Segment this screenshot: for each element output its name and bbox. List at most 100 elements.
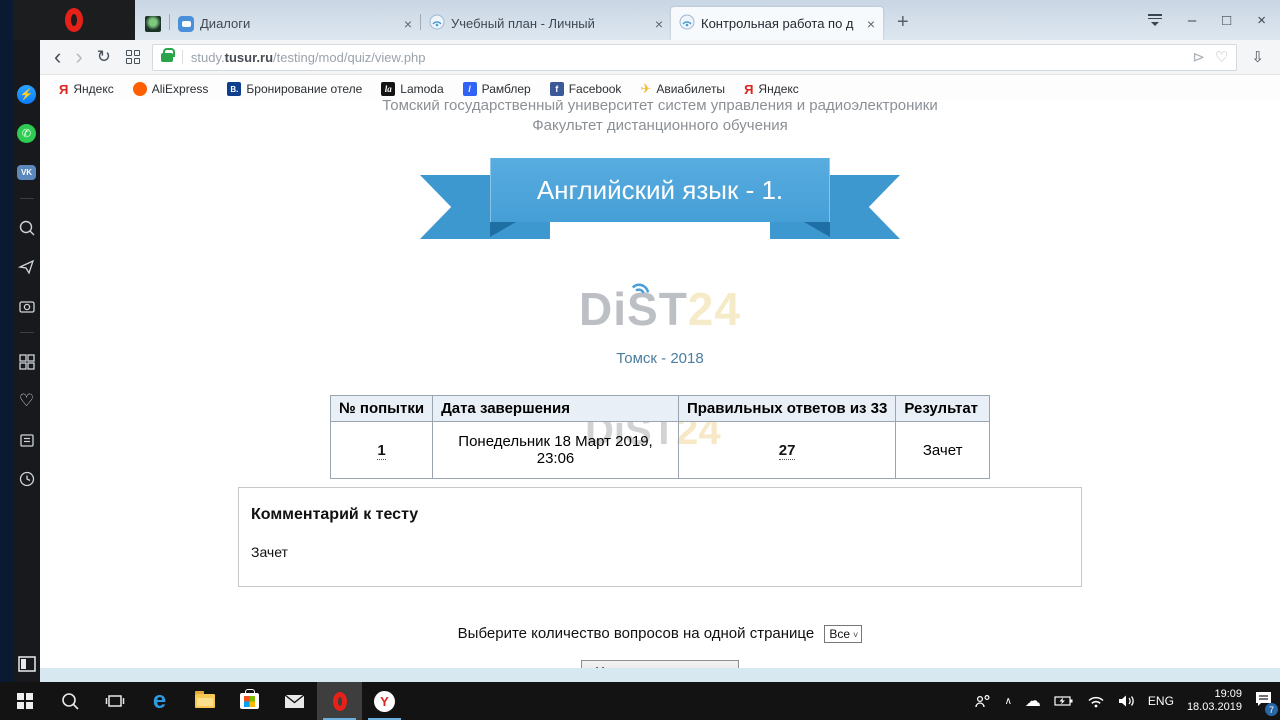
close-window-button[interactable]: × xyxy=(1257,13,1266,28)
yandex-browser-button[interactable]: Y xyxy=(362,682,407,720)
search-icon[interactable] xyxy=(17,218,37,238)
share-send-icon[interactable]: ⊳ xyxy=(1192,48,1205,66)
taskbar-date: 18.03.2019 xyxy=(1187,701,1242,713)
speed-dial-button[interactable] xyxy=(126,50,140,64)
bookmark-aliexpress[interactable]: AliExpress xyxy=(133,82,209,96)
bookmark-rambler[interactable]: / Рамблер xyxy=(463,82,531,96)
attempt-link[interactable]: 1 xyxy=(377,442,385,460)
bookmark-lamoda[interactable]: la Lamoda xyxy=(381,82,443,96)
bookmarks-heart-icon[interactable]: ♡ xyxy=(17,391,37,411)
opera-taskbar-button[interactable] xyxy=(317,682,362,720)
snapshot-camera-icon[interactable] xyxy=(17,296,37,316)
correct-answers-link[interactable]: 27 xyxy=(779,442,796,460)
site-favicon-icon xyxy=(679,14,695,33)
mail-icon xyxy=(284,694,305,709)
personal-news-icon[interactable] xyxy=(17,430,37,450)
tab-close-icon[interactable]: × xyxy=(404,16,412,32)
attempts-table: № попытки Дата завершения Правильных отв… xyxy=(330,395,990,479)
vk-icon[interactable]: VK xyxy=(17,162,37,182)
questions-per-page-row: Выберите количество вопросов на одной ст… xyxy=(40,625,1280,643)
language-indicator[interactable]: ENG xyxy=(1148,694,1174,708)
sidebar-divider xyxy=(20,332,34,333)
university-name: Томский государственный университет сист… xyxy=(40,100,1280,114)
forward-button[interactable]: › xyxy=(75,46,82,68)
pinned-tab[interactable] xyxy=(145,16,161,32)
messenger-icon[interactable]: ⚡ xyxy=(17,84,37,104)
window-controls: – □ × xyxy=(1148,0,1280,40)
header-date: Дата завершения xyxy=(433,396,679,422)
windows-logo-icon xyxy=(17,693,33,709)
store-icon xyxy=(240,693,259,709)
edge-button[interactable]: e xyxy=(137,682,182,720)
tab-quiz-active[interactable]: Контрольная работа по д × xyxy=(671,7,883,40)
header-result: Результат xyxy=(896,396,990,422)
taskbar-time: 19:09 xyxy=(1214,688,1242,700)
battery-icon[interactable] xyxy=(1054,695,1074,707)
search-icon xyxy=(60,691,80,711)
opera-logo-icon xyxy=(65,8,83,32)
back-button[interactable]: ‹ xyxy=(54,46,61,68)
maximize-button[interactable]: □ xyxy=(1222,13,1231,28)
tab-close-icon[interactable]: × xyxy=(867,16,875,32)
my-flow-icon[interactable] xyxy=(17,257,37,277)
wifi-icon[interactable] xyxy=(1087,694,1105,708)
aliexpress-favicon-icon xyxy=(133,82,147,96)
table-header-row: № попытки Дата завершения Правильных отв… xyxy=(331,396,990,422)
reload-button[interactable]: ↻ xyxy=(97,47,111,67)
sidebar-settings-icon[interactable] xyxy=(17,654,37,674)
address-bar[interactable]: study.tusur.ru/testing/mod/quiz/view.php… xyxy=(152,44,1238,71)
faculty-name: Факультет дистанционного обучения xyxy=(40,117,1280,134)
opera-menu-button[interactable] xyxy=(13,0,135,40)
city-year: Томск - 2018 xyxy=(40,350,1280,367)
bookmark-booking[interactable]: B. Бронирование отеле xyxy=(227,82,362,96)
mail-button[interactable] xyxy=(272,682,317,720)
task-view-icon xyxy=(105,691,125,711)
system-tray: ∧ ☁ ENG 19:09 18.03.2019 7 xyxy=(974,688,1280,714)
whatsapp-icon[interactable]: ✆ xyxy=(17,123,37,143)
taskbar-clock[interactable]: 19:09 18.03.2019 xyxy=(1187,688,1242,714)
speed-dial-icon[interactable] xyxy=(17,352,37,372)
edge-icon: e xyxy=(153,689,166,713)
action-center-button[interactable]: 7 xyxy=(1255,691,1272,711)
start-test-button[interactable]: Начать тестирование xyxy=(581,660,738,668)
downloads-icon[interactable]: ⇩ xyxy=(1251,48,1264,66)
chevron-down-icon: ˅ xyxy=(853,630,858,640)
airplane-favicon-icon: ✈ xyxy=(640,81,651,97)
questions-label: Выберите количество вопросов на одной ст… xyxy=(458,625,815,642)
dist-logo-wrap: DiST24 xyxy=(40,266,1280,332)
minimize-button[interactable]: – xyxy=(1188,13,1196,28)
new-tab-button[interactable]: + xyxy=(897,11,909,34)
start-button[interactable] xyxy=(2,682,47,720)
file-explorer-button[interactable] xyxy=(182,682,227,720)
save-to-bookmarks-heart-icon[interactable]: ♡ xyxy=(1215,48,1228,66)
bookmark-yandex[interactable]: Я Яндекс xyxy=(59,82,114,97)
address-separator xyxy=(182,50,183,64)
tab-title: Диалоги xyxy=(200,16,398,31)
bookmark-avia[interactable]: ✈ Авиабилеты xyxy=(640,81,725,97)
facebook-favicon-icon: f xyxy=(550,82,564,96)
history-clock-icon[interactable] xyxy=(17,469,37,489)
taskbar-search-button[interactable] xyxy=(47,682,92,720)
rambler-favicon-icon: / xyxy=(463,82,477,96)
folder-icon xyxy=(195,694,215,708)
people-icon[interactable] xyxy=(974,694,992,708)
onedrive-cloud-icon[interactable]: ☁ xyxy=(1025,691,1041,711)
sidebar-divider xyxy=(20,198,34,199)
speaker-icon[interactable] xyxy=(1118,694,1135,708)
cell-date: Понедельник 18 Март 2019, 23:06 xyxy=(433,422,679,479)
tab-study-plan[interactable]: Учебный план - Личный × xyxy=(421,7,671,40)
bookmark-facebook[interactable]: f Facebook xyxy=(550,82,622,96)
yandex-browser-icon: Y xyxy=(374,691,395,712)
questions-per-page-select[interactable]: Все˅ xyxy=(824,625,862,643)
hidden-icons-chevron[interactable]: ∧ xyxy=(1005,696,1012,707)
bookmark-yandex-2[interactable]: Я Яндекс xyxy=(744,82,799,97)
tab-title: Контрольная работа по д xyxy=(701,16,861,31)
tab-menu-icon[interactable] xyxy=(1148,14,1162,26)
microsoft-store-button[interactable] xyxy=(227,682,272,720)
lock-icon[interactable] xyxy=(161,53,173,62)
tab-close-icon[interactable]: × xyxy=(655,16,663,32)
header-attempt: № попытки xyxy=(331,396,433,422)
tab-dialogs[interactable]: Диалоги × xyxy=(170,7,420,40)
task-view-button[interactable] xyxy=(92,682,137,720)
cell-attempt: 1 xyxy=(331,422,433,479)
